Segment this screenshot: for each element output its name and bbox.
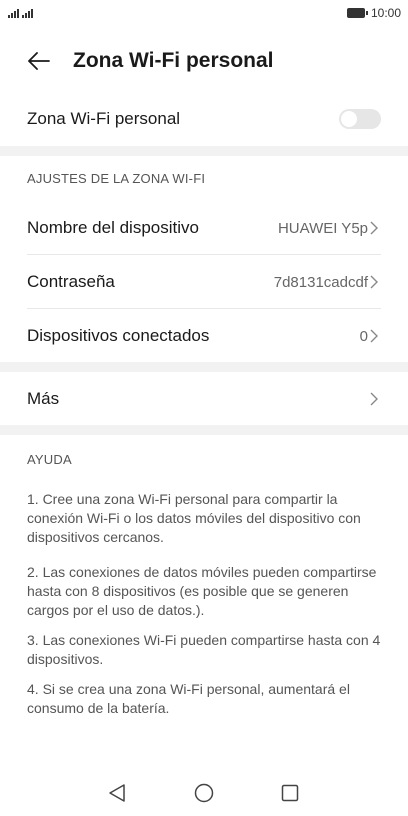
- more-row[interactable]: Más: [0, 376, 408, 422]
- hotspot-toggle-row[interactable]: Zona Wi-Fi personal: [0, 96, 408, 142]
- section-gap: [0, 425, 408, 435]
- arrow-left-icon: [28, 52, 50, 70]
- connected-devices-row[interactable]: Dispositivos conectados 0: [0, 312, 408, 360]
- chevron-right-icon: [370, 275, 378, 289]
- battery-icon: [347, 8, 368, 18]
- status-bar: 10:00: [0, 0, 408, 26]
- more-label: Más: [27, 389, 60, 408]
- square-recents-icon: [281, 784, 299, 802]
- hotspot-toggle-label: Zona Wi-Fi personal: [27, 109, 181, 128]
- nav-recents-button[interactable]: [277, 780, 303, 806]
- circle-home-icon: [194, 783, 214, 803]
- signal-icon: [8, 9, 19, 18]
- settings-section-header: AJUSTES DE LA ZONA WI-FI: [27, 171, 206, 186]
- chevron-right-icon: [370, 392, 378, 406]
- help-item: 2. Las conexiones de datos móviles puede…: [27, 564, 377, 618]
- page-title: Zona Wi-Fi personal: [73, 49, 274, 72]
- chevron-right-icon: [370, 329, 378, 343]
- chevron-right-icon: [370, 221, 378, 235]
- switch-knob: [341, 111, 357, 127]
- navigation-bar: [0, 770, 408, 816]
- help-section-header: AYUDA: [27, 452, 72, 467]
- help-item: 1. Cree una zona Wi-Fi personal para com…: [27, 491, 361, 545]
- help-item: 4. Si se crea una zona Wi-Fi personal, a…: [27, 681, 350, 716]
- connected-devices-value: 0: [359, 327, 368, 345]
- nav-back-button[interactable]: [104, 780, 130, 806]
- help-item: 3. Las conexiones Wi-Fi pueden compartir…: [27, 632, 381, 667]
- device-name-label: Nombre del dispositivo: [27, 218, 199, 237]
- section-gap: [0, 146, 408, 156]
- signal-icon: [22, 9, 33, 18]
- password-value: 7d8131cadcdf: [273, 273, 368, 291]
- back-button[interactable]: [24, 48, 54, 74]
- nav-home-button[interactable]: [191, 780, 217, 806]
- connected-devices-label: Dispositivos conectados: [27, 326, 210, 345]
- status-time: 10:00: [371, 6, 402, 20]
- section-gap: [0, 362, 408, 372]
- device-name-row[interactable]: Nombre del dispositivo HUAWEI Y5p: [0, 204, 408, 252]
- divider: [27, 254, 381, 255]
- hotspot-switch[interactable]: [339, 109, 381, 129]
- title-bar: Zona Wi-Fi personal: [0, 40, 408, 84]
- device-name-value: HUAWEI Y5p: [277, 219, 368, 237]
- password-row[interactable]: Contraseña 7d8131cadcdf: [0, 258, 408, 306]
- password-label: Contraseña: [27, 272, 115, 291]
- triangle-back-icon: [109, 784, 125, 802]
- divider: [27, 308, 381, 309]
